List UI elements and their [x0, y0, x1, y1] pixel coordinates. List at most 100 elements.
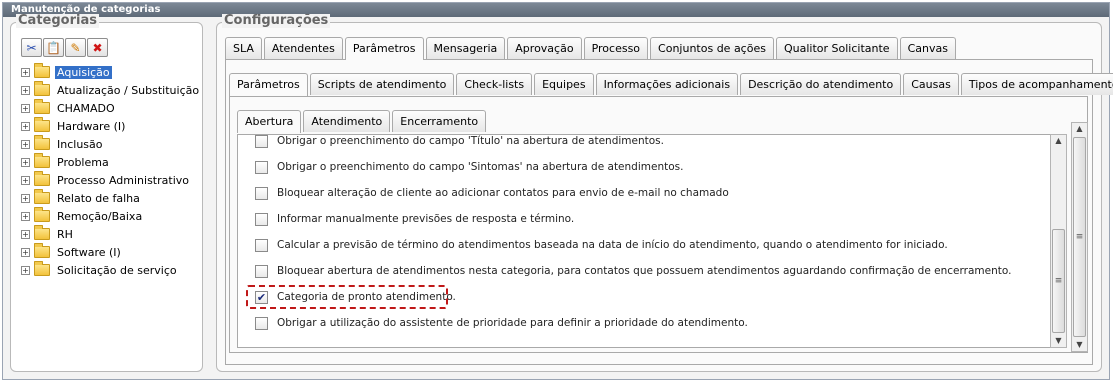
- tree-item[interactable]: + Relato de falha: [21, 189, 201, 207]
- edit-button[interactable]: ✎: [65, 38, 86, 57]
- parameter-tab[interactable]: Causas: [903, 73, 959, 95]
- parameter-tab[interactable]: Descrição do atendimento: [740, 73, 902, 95]
- parameter-tab[interactable]: Check-lists: [456, 73, 533, 95]
- folder-icon: [34, 99, 50, 114]
- panel-scroll-down-arrow-icon[interactable]: ▼: [1072, 339, 1087, 351]
- option-checkbox[interactable]: [255, 238, 268, 252]
- option-row: Bloquear abertura de atendimentos nesta …: [255, 258, 1011, 284]
- parameter-tab[interactable]: Scripts de atendimento: [309, 73, 455, 95]
- folder-icon: [34, 171, 50, 186]
- expand-icon[interactable]: +: [21, 247, 30, 257]
- settings-panel: Configurações SLA Atendentes Parâmetros Men…: [216, 14, 1113, 372]
- main-tab[interactable]: Parâmetros: [344, 37, 424, 60]
- folder-icon: [34, 81, 50, 96]
- parameter-tab[interactable]: Informações adicionais: [595, 73, 739, 95]
- tree-item-label: Atualização / Substituição: [57, 83, 200, 97]
- scroll-down-arrow-icon[interactable]: ▼: [1051, 335, 1066, 347]
- option-label: Calcular a previsão de término do atendi…: [277, 239, 948, 251]
- cut-button[interactable]: ✂: [21, 38, 42, 57]
- tree-item[interactable]: + Aquisição: [21, 63, 201, 81]
- option-checkbox[interactable]: [255, 212, 268, 226]
- panel-scroll-thumb[interactable]: ≡: [1073, 137, 1086, 337]
- stage-tab[interactable]: Atendimento: [303, 110, 391, 132]
- options-list-box: Obrigar o preenchimento do campo 'Título…: [237, 134, 1066, 348]
- option-checkbox[interactable]: [255, 264, 268, 278]
- expand-icon[interactable]: +: [21, 175, 30, 185]
- expand-icon[interactable]: +: [21, 121, 30, 131]
- tree-item[interactable]: + Remoção/Baixa: [21, 207, 201, 225]
- option-row: Informar manualmente previsões de respos…: [255, 206, 1011, 232]
- tree-item-label: Aquisição: [55, 65, 112, 79]
- parameter-tab[interactable]: Equipes: [534, 73, 594, 95]
- parameter-tab[interactable]: Parâmetros: [229, 73, 308, 96]
- stage-tab[interactable]: Abertura: [237, 110, 302, 133]
- expand-icon[interactable]: +: [21, 157, 30, 167]
- tree-item[interactable]: + Problema: [21, 153, 201, 171]
- scroll-up-arrow-icon[interactable]: ▲: [1051, 135, 1066, 147]
- paste-button[interactable]: 📋: [43, 38, 64, 57]
- tree-item-label: Software (I): [57, 245, 121, 259]
- expand-icon[interactable]: +: [21, 265, 30, 275]
- option-label: Obrigar o preenchimento do campo 'Sintom…: [277, 161, 684, 173]
- expand-icon[interactable]: +: [21, 85, 30, 95]
- tree-item-label: CHAMADO: [57, 101, 115, 115]
- tree-item-label: Relato de falha: [57, 191, 140, 205]
- main-tab[interactable]: SLA: [225, 37, 262, 59]
- option-checkbox[interactable]: [255, 186, 268, 200]
- option-row: Obrigar a utilização do assistente de pr…: [255, 310, 1011, 336]
- option-row: ✔ Categoria de pronto atendimento.: [246, 284, 1011, 310]
- main-tab[interactable]: Qualitor Solicitante: [775, 37, 898, 59]
- main-tab[interactable]: Atendentes: [263, 37, 343, 59]
- red-x-icon: ✖: [92, 40, 103, 55]
- expand-icon[interactable]: +: [21, 103, 30, 113]
- parameter-tab[interactable]: Tipos de acompanhamento: [960, 73, 1113, 95]
- folder-icon: [34, 243, 50, 258]
- folder-icon: [34, 63, 50, 78]
- categories-panel: Categorias ✂ 📋 ✎ ✖ + Aquisição + Atualização /…: [10, 14, 203, 372]
- options-scrollbar[interactable]: ▲ ≡ ▼: [1050, 134, 1067, 348]
- tree-item[interactable]: + RH: [21, 225, 201, 243]
- folder-icon: [34, 261, 50, 276]
- option-label: Obrigar a utilização do assistente de pr…: [277, 317, 748, 329]
- highlight-box: [246, 285, 448, 309]
- category-tree: + Aquisição + Atualização / Substituição + CH…: [21, 63, 201, 279]
- parameter-tabs: Parâmetros Scripts de atendimento Check-li…: [229, 73, 1113, 96]
- tree-item[interactable]: + Processo Administrativo: [21, 171, 201, 189]
- main-tab[interactable]: Aprovação: [507, 37, 582, 59]
- tree-item[interactable]: + Hardware (I): [21, 117, 201, 135]
- stage-tab[interactable]: Encerramento: [392, 110, 487, 132]
- main-tab[interactable]: Mensageria: [425, 37, 506, 59]
- categories-legend: Categorias: [16, 13, 99, 28]
- expand-icon[interactable]: +: [21, 211, 30, 221]
- window-title: Manutenção de categorias: [3, 3, 1109, 17]
- main-tab[interactable]: Conjuntos de ações: [650, 37, 774, 59]
- clipboard-icon: 📋: [46, 40, 61, 55]
- tree-item-label: Solicitação de serviço: [57, 263, 177, 277]
- option-row: Bloquear alteração de cliente ao adicion…: [255, 180, 1011, 206]
- expand-icon[interactable]: +: [21, 67, 30, 77]
- main-tab[interactable]: Processo: [583, 37, 649, 59]
- expand-icon[interactable]: +: [21, 193, 30, 203]
- tree-item-label: RH: [57, 227, 73, 241]
- option-checkbox[interactable]: [255, 135, 268, 148]
- tree-item-label: Remoção/Baixa: [57, 209, 143, 223]
- main-tab[interactable]: Canvas: [899, 37, 956, 59]
- tree-item[interactable]: + Software (I): [21, 243, 201, 261]
- expand-icon[interactable]: +: [21, 229, 30, 239]
- option-row: Obrigar o preenchimento do campo 'Título…: [255, 135, 1011, 154]
- tree-item-label: Inclusão: [57, 137, 103, 151]
- option-checkbox[interactable]: [255, 160, 268, 174]
- option-label: Bloquear alteração de cliente ao adicion…: [277, 187, 729, 199]
- option-checkbox[interactable]: [255, 316, 268, 330]
- tree-item[interactable]: + Atualização / Substituição: [21, 81, 201, 99]
- option-row: Calcular a previsão de término do atendi…: [255, 232, 1011, 258]
- panel-scrollbar[interactable]: ▲ ≡ ▼: [1071, 122, 1088, 352]
- delete-button[interactable]: ✖: [87, 38, 108, 57]
- tree-item[interactable]: + Solicitação de serviço: [21, 261, 201, 279]
- tree-item[interactable]: + Inclusão: [21, 135, 201, 153]
- tree-item[interactable]: + CHAMADO: [21, 99, 201, 117]
- panel-scroll-up-arrow-icon[interactable]: ▲: [1072, 123, 1087, 135]
- expand-icon[interactable]: +: [21, 139, 30, 149]
- scissors-icon: ✂: [26, 40, 37, 55]
- scroll-thumb[interactable]: ≡: [1052, 229, 1065, 333]
